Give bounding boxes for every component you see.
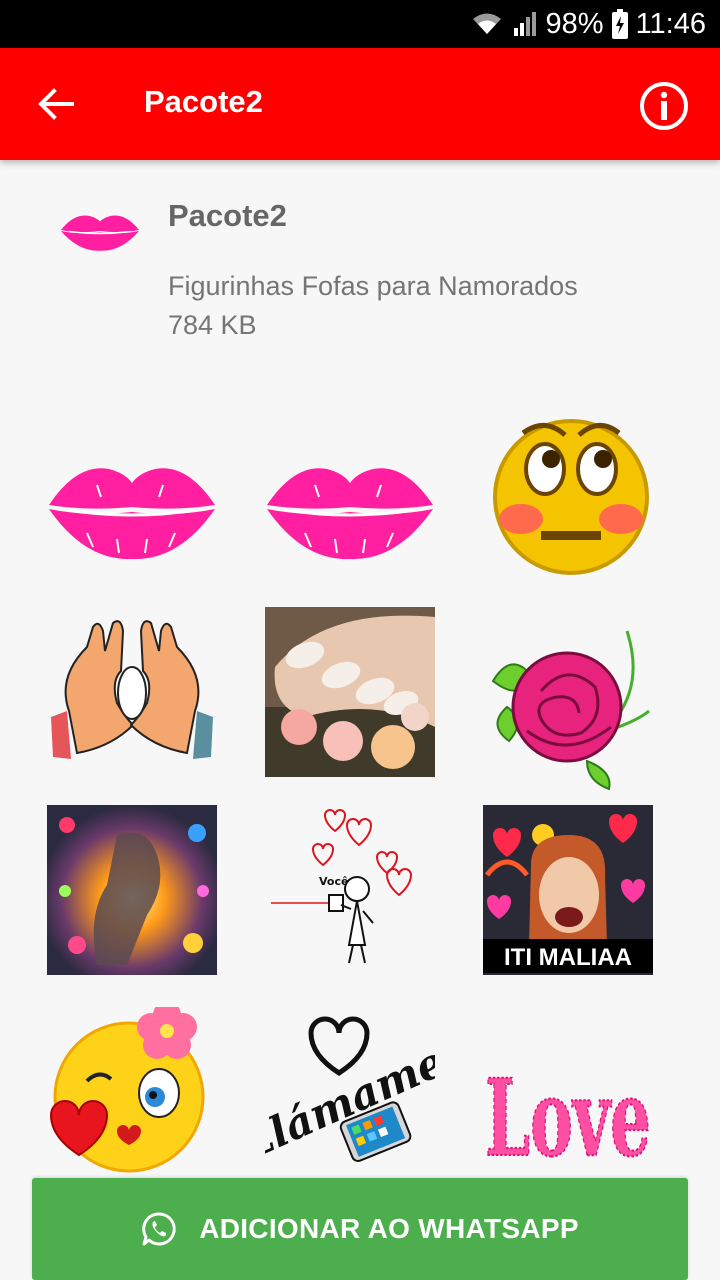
sticker-nails-roses[interactable] bbox=[265, 607, 435, 777]
whatsapp-icon bbox=[142, 1212, 176, 1246]
app-bar-title: Pacote2 bbox=[144, 84, 263, 119]
sticker-pink-lips-1[interactable] bbox=[47, 427, 217, 597]
pink-lips-icon bbox=[267, 468, 433, 560]
love-hearts-letters-drawing: Love bbox=[484, 1054, 652, 1177]
sticker-couple-hearts-collage[interactable] bbox=[47, 805, 217, 975]
back-button[interactable] bbox=[26, 76, 86, 132]
sticker-iti-maliaa-meme[interactable]: ITI MALIAA bbox=[483, 805, 653, 975]
sticker-blushing-emoji[interactable] bbox=[487, 411, 657, 581]
voce-tin-can-phone-drawing: Você bbox=[271, 809, 413, 964]
sticker-voce-text: Você bbox=[319, 875, 348, 888]
sticker-voce-tin-can-phone[interactable]: Você bbox=[265, 805, 435, 975]
status-indicators: 98% 11:46 bbox=[470, 6, 706, 42]
sticker-winking-emoji-flower[interactable] bbox=[47, 1007, 217, 1177]
sticker-llamame-phone[interactable]: Llámame bbox=[265, 1007, 435, 1177]
add-to-whatsapp-label: ADICIONAR AO WHATSAPP bbox=[199, 1213, 579, 1244]
pack-size: 784 KB bbox=[168, 310, 257, 340]
couple-hearts-collage-photo bbox=[47, 805, 217, 975]
battery-charging-icon bbox=[611, 9, 628, 39]
heart-hands-icon bbox=[51, 620, 213, 759]
clock: 11:46 bbox=[635, 7, 706, 40]
pack-tray-icon bbox=[60, 202, 140, 258]
info-icon bbox=[640, 82, 688, 130]
sticker-love-hearts-letters[interactable]: Love bbox=[483, 1007, 653, 1177]
sticker-iti-maliaa-text: ITI MALIAA bbox=[504, 944, 632, 971]
pink-rose-icon bbox=[491, 630, 650, 791]
sticker-love-text: Love bbox=[485, 1055, 651, 1177]
pink-lips-icon bbox=[60, 215, 140, 251]
sticker-pink-rose[interactable] bbox=[487, 621, 657, 791]
arrow-left-icon bbox=[38, 88, 74, 120]
llamame-phone-drawing: Llámame bbox=[265, 1016, 435, 1170]
wifi-icon bbox=[472, 13, 501, 34]
battery-percent: 98% bbox=[545, 7, 604, 40]
info-button[interactable] bbox=[636, 78, 692, 134]
pack-description: Figurinhas Fofas para Namorados bbox=[168, 271, 578, 301]
add-to-whatsapp-button[interactable]: ADICIONAR AO WHATSAPP bbox=[32, 1178, 688, 1280]
pack-header: Pacote2 Figurinhas Fofas para Namorados … bbox=[0, 160, 720, 390]
signal-icon bbox=[513, 12, 536, 36]
pink-lips-icon bbox=[49, 468, 215, 560]
status-bar: 98% 11:46 bbox=[0, 0, 720, 48]
blushing-emoji-icon bbox=[493, 419, 649, 575]
pack-name: Pacote2 bbox=[168, 198, 287, 233]
nails-roses-photo bbox=[265, 607, 435, 777]
app-bar: Pacote2 bbox=[0, 48, 720, 160]
winking-emoji-flower-icon bbox=[49, 1007, 205, 1173]
iti-maliaa-meme-photo: ITI MALIAA bbox=[483, 805, 653, 975]
sticker-heart-hands[interactable] bbox=[47, 607, 217, 777]
sticker-pink-lips-2[interactable] bbox=[265, 427, 435, 597]
